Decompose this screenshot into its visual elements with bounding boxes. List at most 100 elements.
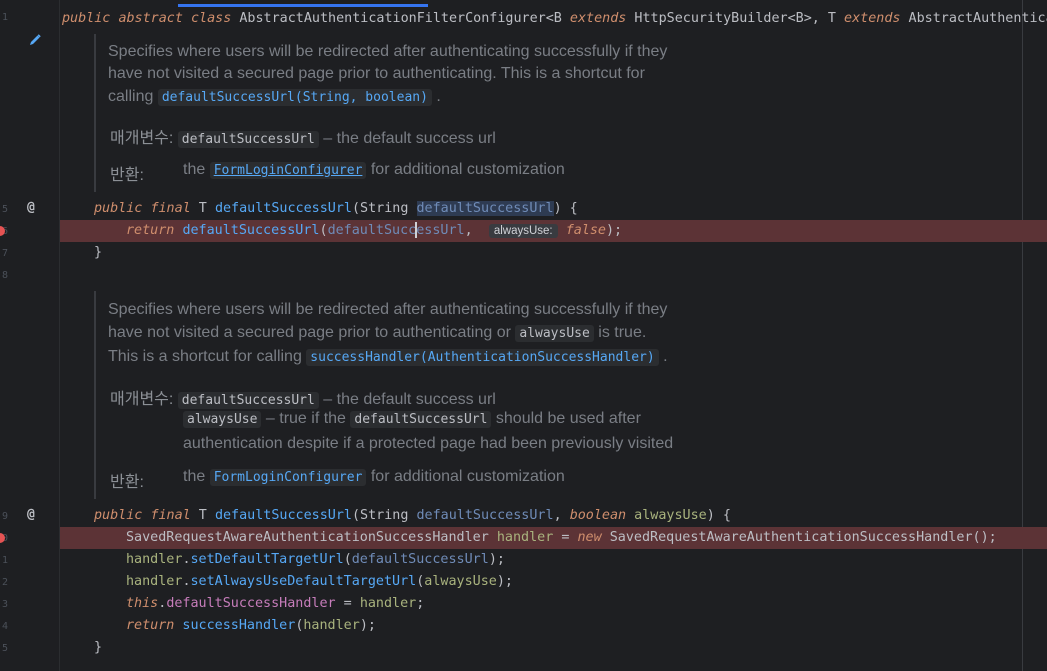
code-token: , T [811, 11, 845, 26]
doc-text-fragment: have not visited a secured page prior to… [108, 324, 516, 341]
gutter-divider [59, 0, 60, 671]
code-token: ( [343, 552, 352, 567]
code-token: ); [496, 574, 513, 589]
doc-text: calling defaultSuccessUrl(String, boolea… [108, 88, 441, 106]
method-call: setDefaultTargetUrl [190, 552, 344, 567]
code-token: } [94, 245, 103, 260]
code-token: ( [319, 223, 328, 238]
line-number: 1 [1, 555, 8, 566]
doc-text: This is a shortcut for calling successHa… [108, 348, 668, 366]
line-number: 8 [1, 270, 8, 281]
code-token: (String [352, 508, 417, 523]
method-name: defaultSuccessUrl [214, 201, 352, 216]
code-token: . [182, 574, 191, 589]
code-token: ); [488, 552, 505, 567]
override-marker-icon[interactable]: @ [27, 507, 35, 522]
code-token: ); [359, 618, 376, 633]
doc-return-label: 반환: [110, 161, 144, 185]
local-variable: handler [126, 552, 183, 567]
code-line[interactable]: handler.setDefaultTargetUrl(defaultSucce… [126, 549, 505, 571]
local-variable: handler [359, 596, 417, 611]
doc-link-formloginconfigurer[interactable]: FormLoginConfigurer [209, 469, 367, 486]
doc-return-label: 반환: [110, 468, 144, 492]
doc-text-fragment: is true. [593, 324, 647, 341]
rendered-javadoc-1[interactable] [94, 34, 96, 192]
keyword: class [191, 11, 232, 26]
code-token: HttpSecurityBuilder [626, 11, 788, 26]
keyword: public [62, 11, 111, 26]
code-line[interactable]: SavedRequestAwareAuthenticationSuccessHa… [126, 527, 997, 549]
keyword: return [126, 618, 175, 633]
code-token: (); [972, 530, 997, 545]
doc-text-fragment: the [183, 468, 210, 485]
code-line[interactable]: handler.setAlwaysUseDefaultTargetUrl(alw… [126, 571, 513, 593]
doc-param-row: 매개변수: defaultSuccessUrl – the default su… [110, 124, 496, 148]
code-token: T [190, 508, 215, 523]
doc-text: Specifies where users will be redirected… [108, 301, 668, 318]
doc-link-successhandler[interactable]: successHandler(AuthenticationSuccessHand… [306, 349, 659, 366]
field-name: defaultSuccessHandler [166, 596, 336, 611]
code-token: T [190, 201, 215, 216]
doc-text-fragment: calling [108, 88, 158, 105]
code-token: ; [416, 596, 425, 611]
method-name: defaultSuccessUrl [214, 508, 352, 523]
doc-param-row: 매개변수: defaultSuccessUrl – the default su… [110, 385, 496, 409]
doc-code: defaultSuccessUrl [350, 411, 492, 428]
doc-link-formloginconfigurer[interactable]: FormLoginConfigurer [209, 162, 367, 179]
method-call: setAlwaysUseDefaultTargetUrl [190, 574, 417, 589]
keyword: new [577, 530, 602, 545]
line-number: 5 [1, 643, 8, 654]
code-token: <B> [787, 11, 812, 26]
line-number: 4 [1, 621, 8, 632]
param-name: alwaysUse [183, 411, 262, 428]
code-line[interactable]: this.defaultSuccessHandler = handler; [126, 593, 424, 615]
method-signature-line[interactable]: public final T defaultSuccessUrl(String … [94, 198, 578, 220]
line-number: 7 [1, 248, 8, 259]
doc-text-fragment: the [183, 161, 210, 178]
inlay-parameter-hint[interactable]: alwaysUse: [488, 224, 558, 238]
param-desc: – true if the [261, 410, 351, 427]
param-desc: should be used after [491, 410, 641, 427]
code-line[interactable]: } [94, 637, 102, 659]
method-call: successHandler [174, 618, 296, 633]
parameter-ref: alwaysUse [424, 574, 497, 589]
code-token: ); [606, 223, 623, 238]
keyword: abstract [118, 11, 183, 26]
code-token: . [182, 552, 191, 567]
code-line[interactable]: return successHandler(handler); [126, 615, 376, 637]
override-marker-icon[interactable]: @ [27, 200, 35, 215]
code-line[interactable]: return defaultSuccessUrl(defaultSuccessU… [126, 220, 622, 242]
doc-param-row: alwaysUse – true if the defaultSuccessUr… [183, 410, 641, 428]
edit-doc-icon[interactable] [28, 33, 42, 47]
keyword: boolean [569, 508, 627, 523]
method-signature-line[interactable]: public final T defaultSuccessUrl(String … [94, 505, 731, 527]
keyword: extends [569, 11, 627, 26]
class-declaration-line[interactable]: public abstract class AbstractAuthentica… [62, 8, 1047, 30]
parameter-name: defaultSuccessUrl [416, 508, 554, 523]
doc-text-fragment: for additional customization [366, 161, 565, 178]
doc-text-fragment: . [658, 348, 668, 365]
code-token: ) { [553, 201, 578, 216]
doc-text: have not visited a secured page prior to… [108, 324, 646, 342]
local-variable: handler [303, 618, 360, 633]
param-desc: – the default success url [318, 130, 496, 147]
local-variable: handler [496, 530, 554, 545]
keyword: return [126, 223, 175, 238]
rendered-javadoc-2[interactable] [94, 291, 96, 499]
param-label: 매개변수: [110, 130, 174, 147]
doc-text-fragment: . [431, 88, 441, 105]
code-token: , [464, 223, 481, 238]
doc-link-defaultSuccessUrl[interactable]: defaultSuccessUrl(String, boolean) [157, 89, 432, 106]
code-token: <B [545, 11, 570, 26]
code-token: , [553, 508, 570, 523]
keyword: final [150, 508, 191, 523]
param-desc: – the default success url [318, 391, 496, 408]
parameter-name: defaultSuccessUrl [416, 201, 554, 216]
parameter-name: alwaysUse [626, 508, 707, 523]
editor-gutter[interactable] [0, 0, 60, 671]
code-line[interactable]: } [94, 242, 102, 264]
keyword: false [565, 223, 606, 238]
keyword: extends [844, 11, 901, 26]
param-name: defaultSuccessUrl [177, 131, 319, 148]
class-name: AbstractAuthenticationFilterConfigurer [239, 11, 546, 26]
